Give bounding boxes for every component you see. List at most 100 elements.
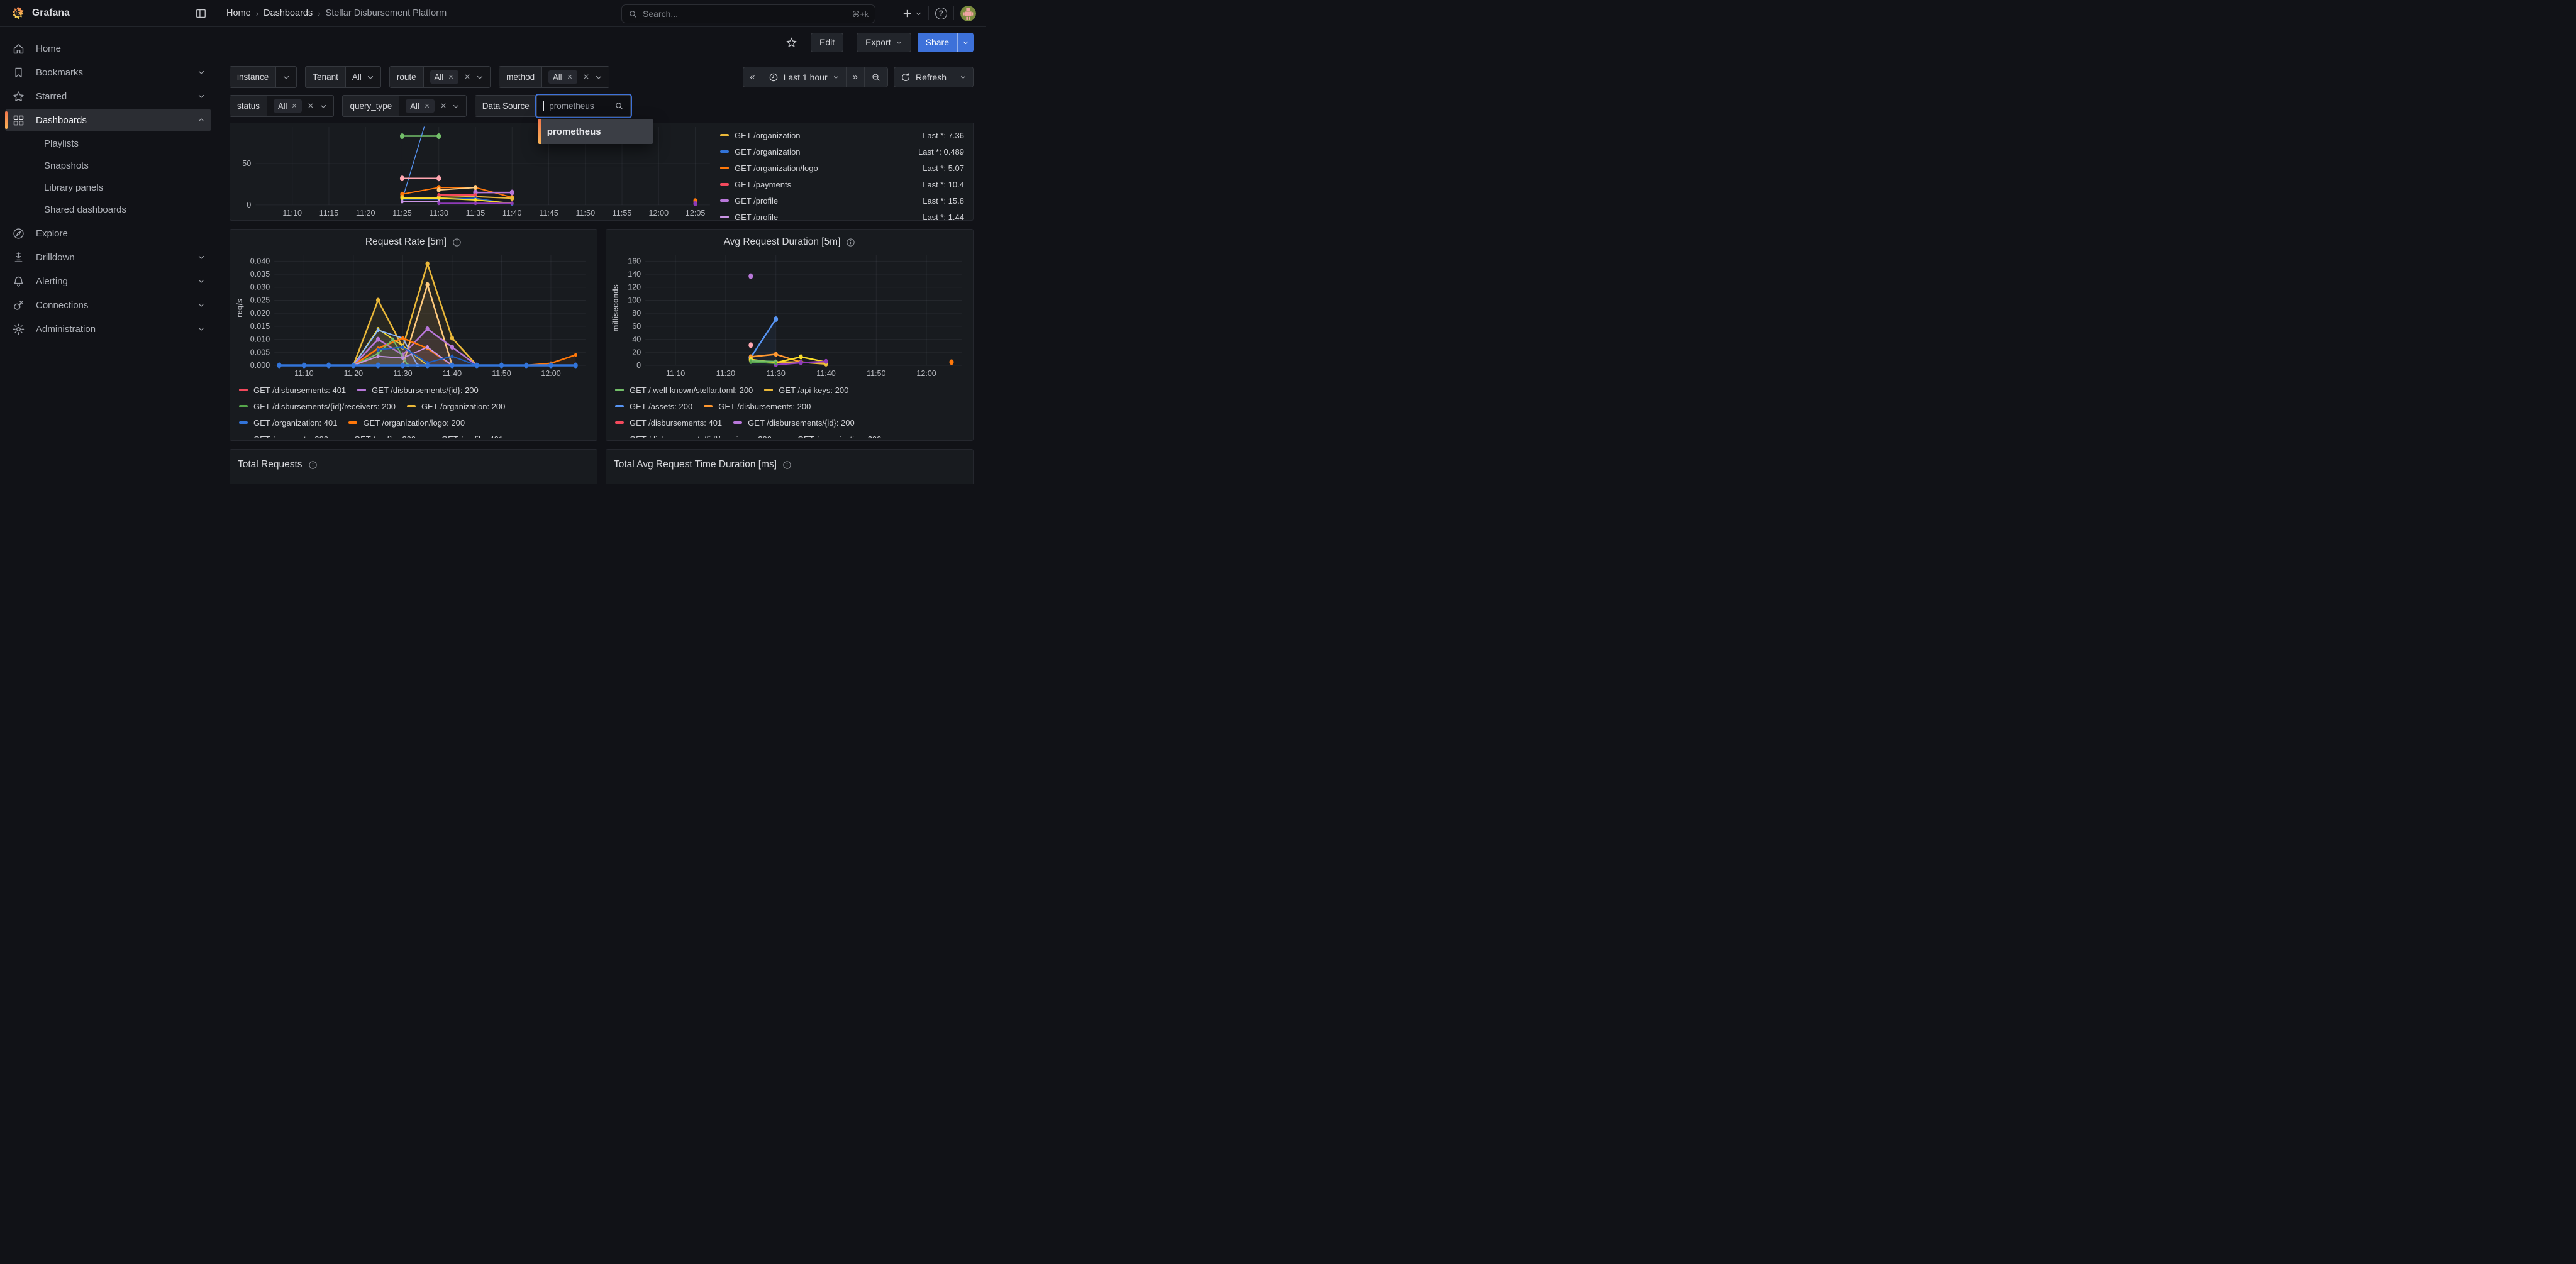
sidebar-item-starred[interactable]: Starred (5, 85, 211, 108)
legend-item[interactable]: GET /.well-known/stellar.toml: 200 (615, 385, 753, 395)
sidebar-subitem-shared-dashboards[interactable]: Shared dashboards (5, 199, 211, 221)
time-range-picker[interactable]: Last 1 hour (762, 67, 846, 87)
clear-filter-icon[interactable] (464, 73, 471, 82)
sidebar-item-connections[interactable]: Connections (5, 294, 211, 316)
legend-item[interactable]: GET /disbursements/{id}: 200 (357, 385, 479, 395)
share-button[interactable]: Share (918, 33, 957, 52)
datasource-input[interactable]: prometheus (537, 96, 630, 116)
legend-item[interactable]: GET /profile: 200 (340, 435, 416, 438)
sidebar-collapse-icon[interactable] (195, 8, 207, 19)
legend-item[interactable]: GET /api-keys: 200 (764, 385, 848, 395)
panel-title[interactable]: Avg Request Duration [5m] (724, 236, 841, 248)
filter-chip[interactable]: All (274, 99, 302, 113)
sidebar-item-administration[interactable]: Administration (5, 318, 211, 340)
filter-chip[interactable]: All (548, 70, 577, 84)
legend-item[interactable]: GET /disbursements/{id}/receivers: 200 (615, 435, 772, 438)
panel-title[interactable]: Request Rate [5m] (365, 236, 447, 248)
legend-label[interactable]: GET /profile (735, 213, 778, 221)
legend-item[interactable]: GET /payments: 200 (239, 435, 328, 438)
remove-chip-icon[interactable] (291, 103, 297, 110)
breadcrumb-item[interactable]: Home (226, 8, 251, 18)
legend-label[interactable]: GET /organization (735, 131, 801, 140)
svg-text:11:40: 11:40 (816, 369, 835, 378)
legend-item[interactable]: GET /organization: 401 (239, 418, 337, 428)
time-shift-forward-button[interactable]: » (846, 67, 864, 87)
request-rate-plot[interactable]: 0.000 0.005 0.010 0.015 0.020 0.025 0.03… (235, 251, 592, 380)
sidebar-item-label: Home (36, 43, 205, 54)
clear-filter-icon[interactable] (440, 102, 447, 111)
legend-label[interactable]: GET /profile (735, 196, 778, 206)
remove-chip-icon[interactable] (448, 74, 454, 81)
sidebar-subitem-library-panels[interactable]: Library panels (5, 177, 211, 199)
breadcrumb-item[interactable]: Stellar Disbursement Platform (326, 8, 447, 18)
sidebar-item-alerting[interactable]: Alerting (5, 270, 211, 292)
svg-text:11:45: 11:45 (539, 209, 558, 218)
search-input[interactable]: Search... ⌘+k (621, 4, 875, 23)
legend-label[interactable]: GET /organization/logo (735, 164, 818, 173)
filter-chip[interactable]: All (430, 70, 458, 84)
share-menu-button[interactable] (957, 33, 974, 52)
legend-item[interactable]: GET /disbursements: 401 (239, 385, 346, 395)
edit-button[interactable]: Edit (811, 33, 843, 52)
legend-swatch[interactable] (720, 134, 729, 137)
refresh-interval-button[interactable] (953, 67, 973, 87)
help-button[interactable]: ? (935, 8, 947, 19)
filter-value-dropdown[interactable]: All (424, 67, 490, 87)
filter-value-dropdown[interactable]: All (346, 67, 380, 87)
legend-item[interactable]: GET /organization: 200 (783, 435, 881, 438)
panel-title[interactable]: Total Avg Request Time Duration [ms] (614, 459, 777, 470)
zoom-out-button[interactable] (864, 67, 887, 87)
grafana-logo-icon[interactable] (10, 6, 26, 21)
legend-label[interactable]: GET /payments (735, 180, 791, 189)
svg-text:0.015: 0.015 (250, 322, 270, 331)
time-shift-back-button[interactable]: « (743, 67, 761, 87)
legend-item[interactable]: GET /disbursements/{id}: 200 (733, 418, 855, 428)
sidebar-subitem-snapshots[interactable]: Snapshots (5, 155, 211, 177)
sidebar-item-dashboards[interactable]: Dashboards (5, 109, 211, 131)
filter-value-dropdown[interactable]: All (399, 96, 465, 116)
filter-chip[interactable]: All (406, 99, 434, 113)
legend-item[interactable]: GET /organization: 200 (407, 402, 505, 411)
sidebar-item-explore[interactable]: Explore (5, 222, 211, 245)
info-icon[interactable] (308, 460, 318, 470)
info-icon[interactable] (782, 460, 792, 470)
panel-title[interactable]: Total Requests (238, 459, 303, 470)
legend-item[interactable]: GET /assets: 200 (615, 402, 692, 411)
legend-item[interactable]: GET /profile: 401 (427, 435, 503, 438)
sidebar-item-bookmarks[interactable]: Bookmarks (5, 61, 211, 84)
panel-avg-duration: Avg Request Duration [5m] 0 20 40 60 80 … (606, 229, 974, 441)
sidebar-item-drilldown[interactable]: Drilldown (5, 246, 211, 269)
clear-filter-icon[interactable] (307, 102, 314, 111)
legend-swatch[interactable] (720, 199, 729, 202)
legend-item[interactable]: GET /disbursements: 401 (615, 418, 722, 428)
legend-item[interactable]: GET /disbursements/{id}/receivers: 200 (239, 402, 396, 411)
avg-duration-plot[interactable]: 0 20 40 60 80 100 120 140 16011:1011:201… (611, 251, 968, 380)
legend-swatch[interactable] (720, 216, 729, 219)
add-new-button[interactable] (902, 8, 922, 19)
remove-chip-icon[interactable] (567, 74, 573, 81)
export-button[interactable]: Export (857, 33, 911, 52)
sidebar-item-home[interactable]: Home (5, 37, 211, 60)
clear-filter-icon[interactable] (582, 73, 590, 82)
star-dashboard-button[interactable] (786, 36, 797, 48)
filter-value-dropdown[interactable] (276, 67, 296, 87)
remove-chip-icon[interactable] (424, 103, 430, 110)
svg-text:140: 140 (628, 270, 641, 279)
legend-item[interactable]: GET /disbursements: 200 (704, 402, 811, 411)
breadcrumb-item[interactable]: Dashboards (264, 8, 313, 18)
legend-item[interactable]: GET /organization/logo: 200 (348, 418, 465, 428)
sidebar-subitem-playlists[interactable]: Playlists (5, 133, 211, 155)
filter-value: All (352, 72, 362, 82)
user-avatar[interactable] (960, 6, 976, 21)
refresh-button[interactable]: Refresh (894, 67, 953, 87)
datasource-option[interactable]: prometheus (538, 119, 653, 144)
info-icon[interactable] (846, 238, 855, 247)
legend-swatch[interactable] (720, 167, 729, 170)
info-icon[interactable] (452, 238, 462, 247)
legend-swatch[interactable] (720, 150, 729, 153)
filter-value-dropdown[interactable]: All (542, 67, 608, 87)
filter-value-dropdown[interactable]: All (267, 96, 333, 116)
legend-swatch[interactable] (720, 183, 729, 186)
legend-label[interactable]: GET /organization (735, 147, 801, 157)
svg-text:11:55: 11:55 (613, 209, 632, 218)
